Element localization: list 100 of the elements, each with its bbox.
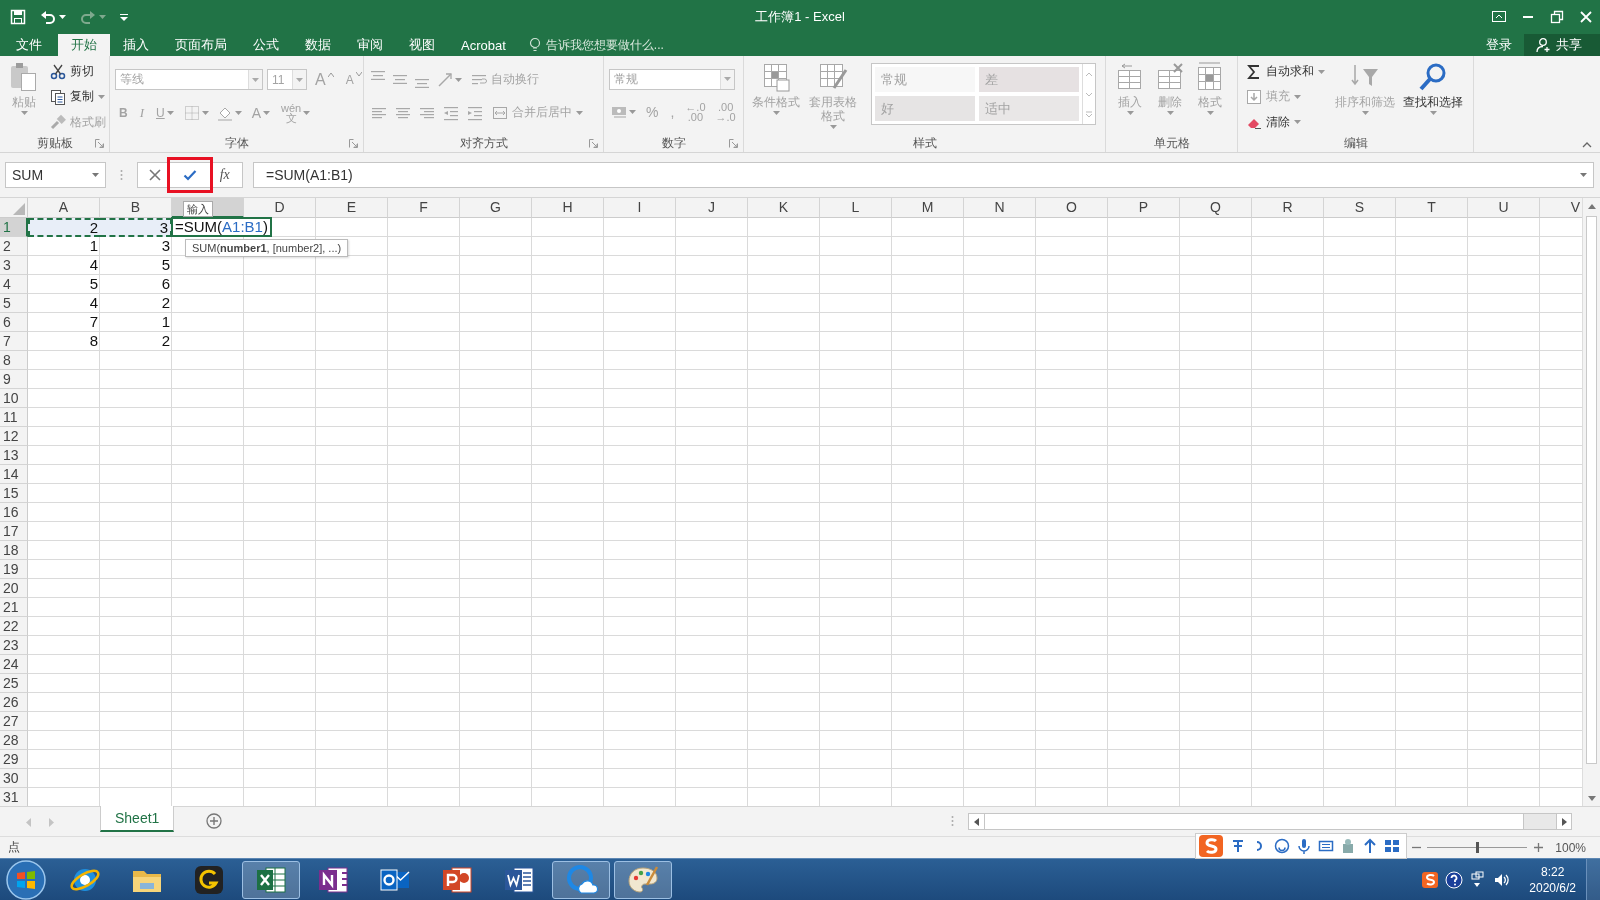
row-header[interactable]: 26	[0, 693, 28, 712]
cell-editor[interactable]: =SUM(A1:B1)	[171, 217, 272, 237]
column-header[interactable]: K	[748, 198, 820, 218]
ribbon-button[interactable]: 自动求和	[1243, 60, 1328, 83]
column-header[interactable]: J	[676, 198, 748, 218]
table-cell[interactable]: 8	[28, 332, 100, 351]
name-box[interactable]: SUM	[5, 162, 106, 188]
row-header[interactable]: 13	[0, 446, 28, 465]
column-header[interactable]: R	[1252, 198, 1324, 218]
sheet-tab[interactable]: Sheet1	[100, 806, 175, 832]
ribbon-button[interactable]: 复制	[47, 86, 108, 108]
ribbon-tab[interactable]: 开始	[58, 34, 110, 56]
row-header[interactable]: 17	[0, 522, 28, 541]
row-header[interactable]: 4	[0, 275, 28, 294]
grip-icon[interactable]	[951, 815, 954, 827]
tray-button[interactable]	[1421, 870, 1440, 889]
taskbar-app[interactable]	[614, 860, 672, 899]
ribbon-button[interactable]: 查找和选择	[1400, 59, 1466, 135]
row-header[interactable]: 28	[0, 731, 28, 750]
new-sheet-button[interactable]	[206, 812, 223, 830]
column-header[interactable]: S	[1324, 198, 1396, 218]
row-header[interactable]: 16	[0, 503, 28, 522]
row-header[interactable]: 7	[0, 332, 28, 351]
sign-in-link[interactable]: 登录	[1474, 34, 1524, 56]
table-cell[interactable]: 2	[100, 294, 172, 313]
row-header[interactable]: 2	[0, 237, 28, 256]
table-cell[interactable]: 6	[100, 275, 172, 294]
ribbon-tab[interactable]: Acrobat	[448, 34, 519, 56]
scrollbar-thumb[interactable]	[1586, 216, 1597, 764]
tray-button[interactable]	[1445, 870, 1464, 889]
row-header[interactable]: 25	[0, 674, 28, 693]
dialog-launcher-icon[interactable]	[95, 139, 104, 148]
table-cell[interactable]: 5	[28, 275, 100, 294]
row-header[interactable]: 23	[0, 636, 28, 655]
row-header[interactable]: 27	[0, 712, 28, 731]
column-header[interactable]: P	[1108, 198, 1180, 218]
row-header[interactable]: 11	[0, 408, 28, 427]
ribbon-button[interactable]: 清除	[1243, 111, 1304, 134]
table-cell[interactable]: 1	[28, 237, 100, 256]
ribbon-button[interactable]: 剪切	[47, 60, 97, 83]
ribbon-tab[interactable]: 审阅	[344, 34, 396, 56]
ribbon-tab[interactable]: 数据	[292, 34, 344, 56]
ribbon-tab[interactable]: 文件	[0, 34, 58, 56]
show-desktop-button[interactable]	[1586, 858, 1600, 900]
row-header[interactable]: 15	[0, 484, 28, 503]
ribbon-tab[interactable]: 公式	[240, 34, 292, 56]
row-header[interactable]: 29	[0, 750, 28, 769]
row-header[interactable]: 1	[0, 218, 28, 237]
zoom-in-button[interactable]	[1531, 840, 1546, 855]
column-header[interactable]: G	[460, 198, 532, 218]
row-header[interactable]: 19	[0, 560, 28, 579]
scroll-left-button[interactable]	[969, 814, 984, 829]
row-header[interactable]: 10	[0, 389, 28, 408]
row-header[interactable]: 3	[0, 256, 28, 275]
column-header[interactable]: F	[388, 198, 460, 218]
column-header[interactable]: H	[532, 198, 604, 218]
slider-thumb[interactable]	[1476, 842, 1480, 853]
column-header[interactable]: A	[28, 198, 100, 218]
ime-toolbar[interactable]	[1195, 833, 1407, 859]
column-header[interactable]: T	[1396, 198, 1468, 218]
table-cell[interactable]: 2	[100, 332, 172, 351]
row-header[interactable]: 31	[0, 788, 28, 806]
column-header[interactable]: M	[892, 198, 964, 218]
column-header[interactable]: E	[316, 198, 388, 218]
column-header[interactable]: B	[100, 198, 172, 218]
tell-me-box[interactable]: 告诉我您想要做什么...	[528, 34, 664, 56]
row-header[interactable]: 18	[0, 541, 28, 560]
table-cell[interactable]: 4	[28, 256, 100, 275]
column-header[interactable]: V	[1540, 198, 1582, 218]
scroll-right-button[interactable]	[1556, 814, 1571, 829]
taskbar-app[interactable]	[552, 860, 610, 899]
row-header[interactable]: 30	[0, 769, 28, 788]
row-header[interactable]: 6	[0, 313, 28, 332]
table-cell[interactable]: 1	[100, 313, 172, 332]
row-header[interactable]: 20	[0, 579, 28, 598]
table-cell[interactable]: 3	[100, 237, 172, 256]
row-header[interactable]: 14	[0, 465, 28, 484]
row-header[interactable]: 22	[0, 617, 28, 636]
formula-field[interactable]: =SUM(A1:B1)	[253, 162, 1594, 188]
scrollbar-thumb[interactable]	[984, 814, 1524, 829]
row-header[interactable]: 24	[0, 655, 28, 674]
column-header[interactable]: U	[1468, 198, 1540, 218]
table-cell[interactable]: 2	[28, 218, 100, 237]
taskbar-app[interactable]	[242, 860, 300, 899]
table-cell[interactable]: 5	[100, 256, 172, 275]
ribbon-tab[interactable]: 页面布局	[162, 34, 240, 56]
table-cell[interactable]: 3	[100, 218, 172, 237]
collapse-ribbon-button[interactable]	[1582, 142, 1592, 148]
dialog-launcher-icon[interactable]	[729, 139, 738, 148]
share-button[interactable]: 共享	[1524, 34, 1600, 56]
column-header[interactable]: N	[964, 198, 1036, 218]
column-header[interactable]: Q	[1180, 198, 1252, 218]
horizontal-scrollbar[interactable]	[968, 813, 1572, 830]
row-header[interactable]: 5	[0, 294, 28, 313]
table-cell[interactable]: 7	[28, 313, 100, 332]
row-header[interactable]: 8	[0, 351, 28, 370]
ribbon-tab[interactable]: 插入	[110, 34, 162, 56]
row-header[interactable]: 21	[0, 598, 28, 617]
dialog-launcher-icon[interactable]	[349, 139, 358, 148]
column-header[interactable]: L	[820, 198, 892, 218]
